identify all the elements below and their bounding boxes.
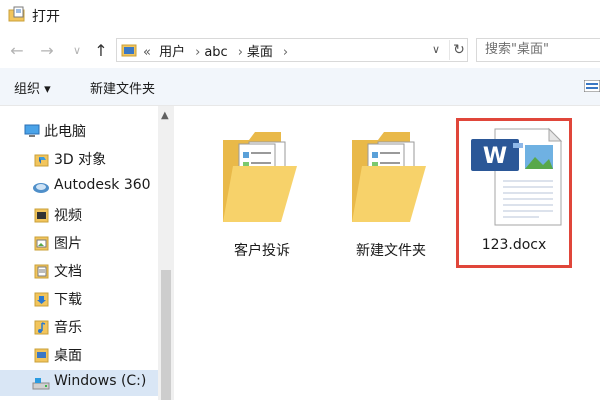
sidebar-item-label: 文档	[54, 264, 82, 280]
command-toolbar: 组织 ▾ 新建文件夹	[0, 68, 600, 106]
desktop-icon	[34, 348, 49, 363]
breadcrumb-separator[interactable]: ›	[238, 45, 243, 60]
folder-icon	[223, 132, 297, 222]
address-dropdown-button[interactable]: ∨	[427, 40, 445, 60]
desktop-folder-icon	[121, 44, 137, 57]
sidebar-item-music[interactable]: 音乐	[0, 314, 158, 340]
forward-button[interactable]: →	[36, 39, 58, 61]
sidebar-item-3d-objects[interactable]: 3D 对象	[0, 146, 158, 172]
sidebar-item-label: 音乐	[54, 320, 82, 336]
up-button[interactable]: ↑	[90, 39, 112, 61]
sidebar-item-label: 桌面	[54, 348, 82, 364]
scroll-up-icon[interactable]: ▲	[161, 110, 169, 121]
address-overflow-chevron[interactable]: «	[143, 45, 151, 60]
file-name: 客户投诉	[234, 243, 290, 259]
svg-text:W: W	[483, 144, 507, 169]
cloud-icon	[33, 183, 49, 193]
navigation-bar: ← → ∨ ↑ « 用户 › abc › 桌面 › ∨ ↻ 搜索"桌面"	[0, 32, 600, 68]
title-bar: 打开	[0, 0, 600, 32]
forward-arrow-icon: →	[40, 40, 54, 60]
scrollbar-thumb[interactable]	[161, 270, 171, 400]
sidebar-item-this-pc[interactable]: 此电脑	[0, 118, 158, 144]
computer-icon	[24, 124, 40, 137]
refresh-icon: ↻	[453, 42, 465, 58]
word-document-icon: W	[471, 127, 563, 226]
search-input[interactable]: 搜索"桌面"	[476, 38, 600, 62]
folder-icon	[352, 132, 426, 222]
sidebar-item-label: Autodesk 360	[54, 177, 151, 193]
refresh-button[interactable]: ↻	[449, 40, 468, 60]
new-folder-button[interactable]: 新建文件夹	[90, 78, 155, 97]
sidebar-scrollbar[interactable]: ▲	[158, 106, 174, 400]
sidebar-item-documents[interactable]: 文档	[0, 258, 158, 284]
breadcrumb-separator[interactable]: ›	[195, 45, 200, 60]
back-button[interactable]: ←	[6, 39, 28, 61]
breadcrumb-abc[interactable]: abc	[204, 45, 227, 60]
open-dialog-icon	[8, 6, 25, 22]
breadcrumb-separator[interactable]: ›	[283, 45, 288, 60]
file-item-folder[interactable]: 客户投诉	[207, 120, 317, 262]
breadcrumb-users[interactable]: 用户	[159, 45, 185, 60]
recent-locations-button[interactable]: ∨	[66, 39, 88, 61]
chevron-down-icon: ∨	[72, 43, 82, 57]
sidebar-item-desktop[interactable]: 桌面	[0, 342, 158, 368]
music-icon	[34, 320, 49, 335]
navigation-pane: 此电脑 3D 对象 Autodesk 360 视频 图片 文档 下载 音乐 桌面…	[0, 106, 158, 400]
sidebar-item-windows-c[interactable]: Windows (C:)	[0, 370, 158, 396]
sidebar-item-pictures[interactable]: 图片	[0, 230, 158, 256]
file-name: 123.docx	[481, 237, 547, 253]
3d-objects-icon	[34, 154, 49, 167]
organize-button[interactable]: 组织 ▾	[14, 78, 51, 97]
chevron-down-icon: ∨	[431, 43, 441, 56]
download-icon	[34, 292, 49, 307]
sidebar-item-label: Windows (C:)	[54, 373, 147, 389]
sidebar-item-label: 3D 对象	[54, 152, 107, 168]
view-options-icon[interactable]	[584, 80, 600, 92]
sidebar-item-label: 视频	[54, 208, 82, 224]
file-name: 新建文件夹	[356, 243, 426, 259]
file-item-folder[interactable]: 新建文件夹	[336, 120, 446, 262]
sidebar-item-label: 图片	[54, 236, 82, 252]
pictures-icon	[34, 236, 49, 251]
breadcrumb-desktop[interactable]: 桌面	[247, 45, 273, 60]
sidebar-item-label: 此电脑	[44, 124, 86, 140]
window-title: 打开	[32, 9, 60, 25]
video-icon	[34, 208, 49, 223]
address-bar[interactable]: « 用户 › abc › 桌面 › ∨ ↻	[116, 38, 468, 62]
documents-icon	[34, 264, 49, 279]
file-item-docx[interactable]: W 123.docx	[456, 118, 572, 268]
drive-icon	[32, 378, 50, 390]
up-arrow-icon: ↑	[94, 40, 108, 60]
file-list: 客户投诉 新建文件夹 W 123.docx	[174, 106, 600, 400]
sidebar-item-autodesk-360[interactable]: Autodesk 360	[0, 174, 158, 200]
sidebar-item-label: 下载	[54, 292, 82, 308]
sidebar-item-downloads[interactable]: 下载	[0, 286, 158, 312]
back-arrow-icon: ←	[10, 40, 24, 60]
sidebar-item-videos[interactable]: 视频	[0, 202, 158, 228]
